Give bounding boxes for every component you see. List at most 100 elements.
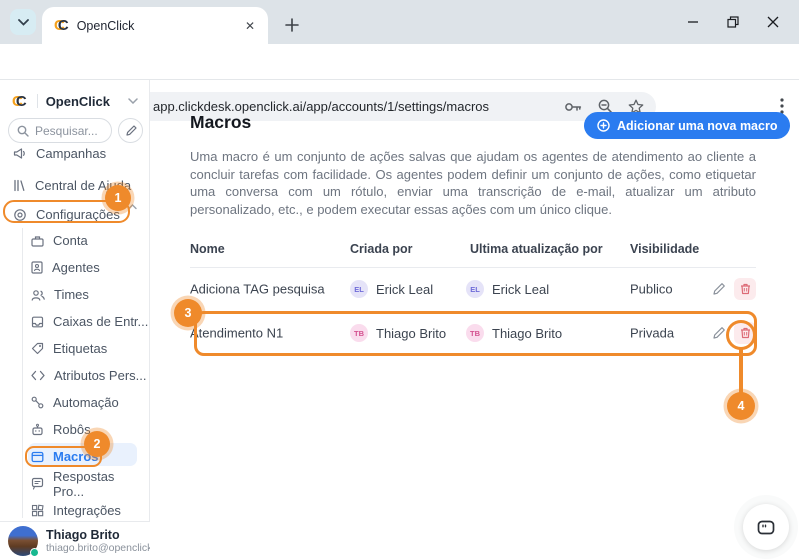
edit-macro-button[interactable] — [712, 282, 726, 296]
tab-close-icon[interactable]: ✕ — [242, 18, 258, 34]
delete-macro-button[interactable] — [734, 322, 756, 344]
workspace-switcher[interactable]: CC OpenClick — [0, 88, 150, 114]
trash-icon — [740, 283, 750, 295]
openclick-logo: CC — [12, 92, 27, 110]
macros-description: Uma macro é um conjunto de ações salvas … — [190, 149, 756, 217]
sidebar-item-label: Conta — [53, 233, 88, 248]
compose-button[interactable] — [118, 118, 143, 143]
workflow-icon — [31, 396, 44, 409]
sidebar-item-conta[interactable]: Conta — [0, 227, 149, 254]
sidebar-item-label: Automação — [53, 395, 119, 410]
divider — [36, 94, 38, 108]
kebab-menu-icon — [780, 98, 784, 114]
add-macro-label: Adicionar uma nova macro — [617, 118, 778, 133]
delete-macro-button[interactable] — [734, 278, 756, 300]
sidebar-item-label: Etiquetas — [53, 341, 108, 356]
chat-widget-button[interactable] — [743, 504, 789, 550]
workspace-name: OpenClick — [45, 93, 110, 109]
sidebar-item-label: Atributos Pers... — [54, 368, 147, 383]
robot-icon — [31, 423, 44, 436]
chat-widget-icon — [757, 520, 775, 534]
tab-search-button[interactable] — [10, 9, 36, 35]
add-macro-button[interactable]: Adicionar uma nova macro — [584, 112, 791, 139]
created-by: Erick Leal — [376, 281, 434, 297]
browser-tabstrip: CC OpenClick ✕ — [0, 0, 799, 44]
agent-card-icon — [31, 261, 43, 274]
blocks-icon — [31, 504, 44, 517]
search-placeholder: Pesquisar... — [35, 123, 98, 138]
sidebar-item-respostas-prontas[interactable]: Respostas Pro... — [0, 468, 149, 499]
plus-circle-icon — [597, 119, 610, 132]
macro-icon — [31, 451, 44, 463]
search-input[interactable]: Pesquisar... — [8, 118, 112, 143]
sidebar-item-caixas-de-entrada[interactable]: Caixas de Entr... — [0, 308, 149, 335]
user-profile[interactable]: Thiago Brito thiago.brito@openclick... — [0, 521, 150, 560]
user-name: Thiago Brito — [46, 528, 120, 542]
chevron-down-icon — [128, 98, 138, 104]
visibility-value: Privada — [630, 325, 675, 341]
sidebar-item-integracoes[interactable]: Integrações — [0, 497, 149, 518]
chevron-up-icon[interactable] — [128, 204, 137, 210]
column-header-nome: Nome — [190, 242, 225, 256]
macro-name: Adiciona TAG pesquisa — [190, 281, 325, 297]
avatar: EL — [466, 280, 484, 298]
edit-macro-button[interactable] — [712, 326, 726, 340]
sidebar-item-label: Campanhas — [36, 146, 107, 161]
openclick-favicon: CC — [54, 17, 69, 34]
tab-title: OpenClick — [76, 18, 135, 33]
updated-by: Thiago Brito — [492, 325, 563, 341]
minimize-button[interactable] — [685, 14, 701, 30]
annotation-step-2: 2 — [84, 431, 110, 457]
tags-icon — [31, 342, 44, 355]
code-icon — [31, 370, 45, 381]
annotation-step-1: 1 — [105, 185, 131, 211]
table-row: Adiciona TAG pesquisa EL Erick Leal EL E… — [190, 267, 756, 311]
avatar: EL — [350, 280, 368, 298]
page-title: Macros — [190, 112, 252, 132]
restore-button[interactable] — [725, 14, 741, 30]
table-header-row: Nome Criada por Ultima atualização por V… — [190, 238, 756, 268]
new-tab-button[interactable] — [280, 13, 304, 37]
sidebar-item-atributos-personalizados[interactable]: Atributos Pers... — [0, 362, 149, 389]
sidebar-item-label: Agentes — [52, 260, 100, 275]
window-controls — [685, 0, 799, 44]
users-icon — [31, 289, 45, 301]
chevron-down-icon — [17, 18, 29, 26]
visibility-value: Publico — [630, 281, 673, 297]
sidebar-item-label: Configurações — [36, 207, 120, 222]
sidebar-item-campanhas[interactable]: Campanhas — [0, 146, 149, 167]
library-icon — [13, 179, 26, 192]
macros-table: Nome Criada por Ultima atualização por V… — [190, 238, 756, 355]
browser-tab-openclick[interactable]: CC OpenClick ✕ — [42, 7, 268, 44]
sidebar-item-agentes[interactable]: Agentes — [0, 254, 149, 281]
sidebar-item-label: Respostas Pro... — [53, 468, 115, 499]
close-window-button[interactable] — [765, 14, 781, 30]
annotation-step-3: 3 — [174, 299, 202, 327]
search-icon — [17, 125, 29, 137]
sidebar-item-times[interactable]: Times — [0, 281, 149, 308]
column-header-ultima-atualizacao: Ultima atualização por — [470, 242, 603, 256]
sidebar-item-label: Caixas de Entr... — [53, 314, 149, 329]
gear-icon — [13, 208, 27, 222]
sidebar-item-robos[interactable]: Robôs — [0, 416, 149, 443]
trash-icon — [740, 327, 750, 339]
sidebar-item-macros[interactable]: Macros — [0, 443, 149, 470]
inbox-icon — [31, 316, 44, 328]
pencil-icon — [713, 283, 725, 295]
megaphone-icon — [13, 147, 27, 160]
sidebar-item-etiquetas[interactable]: Etiquetas — [0, 335, 149, 362]
sidebar-item-automacao[interactable]: Automação — [0, 389, 149, 416]
annotation-step-4: 4 — [727, 392, 755, 420]
browser-toolbar: app.clickdesk.openclick.ai/app/accounts/… — [0, 44, 799, 121]
sidebar-item-label: Times — [54, 287, 89, 302]
avatar: TB — [466, 324, 484, 342]
pen-icon — [125, 124, 137, 136]
password-key-icon[interactable] — [564, 101, 583, 113]
sidebar-item-label: Robôs — [53, 422, 91, 437]
user-avatar — [8, 526, 39, 557]
macro-name: Atendimento N1 — [190, 325, 284, 341]
table-row: Atendimento N1 TB Thiago Brito TB Thiago… — [190, 311, 756, 355]
chat-reply-icon — [31, 477, 44, 490]
column-header-criada-por: Criada por — [350, 242, 413, 256]
sidebar-item-label: Integrações — [53, 503, 121, 518]
